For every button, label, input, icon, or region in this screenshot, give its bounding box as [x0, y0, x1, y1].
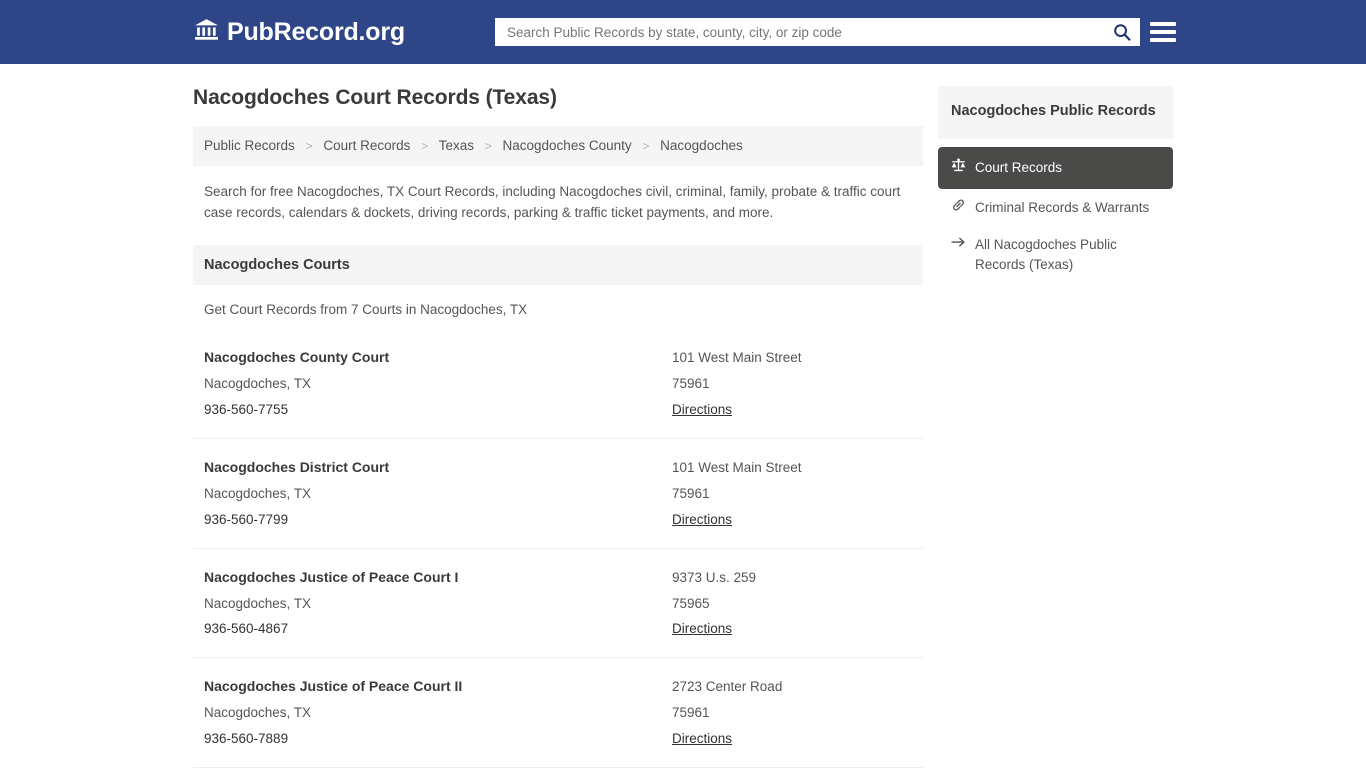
link-icon [951, 198, 966, 218]
court-info-left: Nacogdoches County Court Nacogdoches, TX… [204, 345, 672, 423]
breadcrumb-separator: > [642, 139, 650, 153]
court-city-state: Nacogdoches, TX [204, 485, 312, 501]
search-icon [1113, 23, 1131, 41]
sidebar-item-court-records[interactable]: Court Records [938, 147, 1173, 189]
sidebar-item-criminal-records-warrants[interactable]: Criminal Records & Warrants [938, 189, 1173, 227]
content-container: Nacogdoches Court Records (Texas) Public… [193, 86, 1173, 768]
table-row: Nacogdoches County Court Nacogdoches, TX… [193, 329, 923, 438]
court-info-right: 101 West Main Street 75961 Directions [672, 455, 912, 533]
sidebar-nav: Court Records Criminal Records & Warrant… [938, 147, 1173, 283]
site-logo-text: PubRecord.org [227, 17, 405, 46]
search-bar [495, 18, 1140, 46]
court-phone: 936-560-7799 [204, 511, 289, 527]
court-zip: 75961 [672, 376, 710, 392]
court-phone: 936-560-7755 [204, 402, 289, 418]
table-row: Nacogdoches Justice of Peace Court II Na… [193, 657, 923, 767]
menu-bar-1 [1150, 22, 1176, 26]
court-address: 101 West Main Street [672, 459, 802, 475]
sidebar-item-all-public-records[interactable]: All Nacogdoches Public Records (Texas) [938, 226, 1173, 283]
sidebar: Nacogdoches Public Records Court Records… [938, 86, 1173, 768]
site-logo[interactable]: PubRecord.org [194, 18, 405, 46]
arrow-right-icon [951, 235, 966, 255]
court-phone: 936-560-7889 [204, 731, 289, 747]
breadcrumb-item-public-records[interactable]: Public Records [204, 138, 295, 153]
court-phone: 936-560-4867 [204, 621, 289, 637]
bank-icon [194, 18, 219, 46]
court-info-left: Nacogdoches Justice of Peace Court II Na… [204, 674, 672, 752]
court-name-link[interactable]: Nacogdoches Justice of Peace Court I [204, 565, 672, 591]
breadcrumb-item-texas[interactable]: Texas [439, 138, 474, 153]
court-info-left: Nacogdoches Justice of Peace Court I Nac… [204, 565, 672, 643]
breadcrumb-item-nacogdoches-county[interactable]: Nacogdoches County [503, 138, 632, 153]
breadcrumb-item-nacogdoches[interactable]: Nacogdoches [660, 138, 743, 153]
section-heading: Nacogdoches Courts [193, 245, 923, 286]
court-zip: 75961 [672, 705, 710, 721]
court-zip: 75965 [672, 595, 710, 611]
menu-bar-2 [1150, 30, 1176, 34]
court-city-state: Nacogdoches, TX [204, 376, 312, 392]
section-subheading: Get Court Records from 7 Courts in Nacog… [204, 302, 528, 318]
hamburger-menu-icon[interactable] [1150, 19, 1176, 45]
court-info-right: 2723 Center Road 75961 Directions [672, 674, 912, 752]
breadcrumb-separator: > [305, 139, 313, 153]
directions-link[interactable]: Directions [672, 726, 732, 752]
table-row: Nacogdoches District Court Nacogdoches, … [193, 437, 923, 548]
scales-of-justice-icon [951, 158, 966, 178]
search-button[interactable] [1110, 20, 1134, 44]
court-list: Nacogdoches County Court Nacogdoches, TX… [193, 329, 923, 768]
directions-link[interactable]: Directions [672, 507, 732, 533]
court-city-state: Nacogdoches, TX [204, 705, 312, 721]
court-name-link[interactable]: Nacogdoches District Court [204, 455, 672, 481]
menu-bar-3 [1150, 38, 1176, 42]
directions-link[interactable]: Directions [672, 616, 732, 642]
court-info-right: 9373 U.s. 259 75965 Directions [672, 565, 912, 643]
court-address: 9373 U.s. 259 [672, 569, 757, 585]
page-title: Nacogdoches Court Records (Texas) [193, 86, 557, 109]
breadcrumb-item-court-records[interactable]: Court Records [323, 138, 410, 153]
sidebar-item-label: All Nacogdoches Public Records (Texas) [975, 237, 1117, 272]
directions-link[interactable]: Directions [672, 397, 732, 423]
breadcrumb: Public Records > Court Records > Texas >… [193, 126, 923, 167]
page-description: Search for free Nacogdoches, TX Court Re… [204, 184, 901, 220]
table-row: Nacogdoches Justice of Peace Court I Nac… [193, 547, 923, 658]
court-name-link[interactable]: Nacogdoches County Court [204, 345, 672, 371]
court-name-link[interactable]: Nacogdoches Justice of Peace Court II [204, 674, 672, 700]
search-input[interactable] [507, 19, 1110, 45]
court-address: 101 West Main Street [672, 350, 802, 366]
court-city-state: Nacogdoches, TX [204, 595, 312, 611]
page-body: Nacogdoches Court Records (Texas) Public… [0, 64, 1366, 768]
court-zip: 75961 [672, 485, 710, 501]
site-header: PubRecord.org [0, 0, 1366, 64]
breadcrumb-separator: > [484, 139, 492, 153]
breadcrumb-separator: > [421, 139, 429, 153]
court-info-right: 101 West Main Street 75961 Directions [672, 345, 912, 423]
sidebar-item-label: Criminal Records & Warrants [975, 199, 1150, 215]
court-info-left: Nacogdoches District Court Nacogdoches, … [204, 455, 672, 533]
court-address: 2723 Center Road [672, 679, 783, 695]
sidebar-heading: Nacogdoches Public Records [938, 86, 1173, 140]
main-column: Nacogdoches Court Records (Texas) Public… [193, 86, 923, 768]
sidebar-item-label: Court Records [975, 160, 1063, 176]
